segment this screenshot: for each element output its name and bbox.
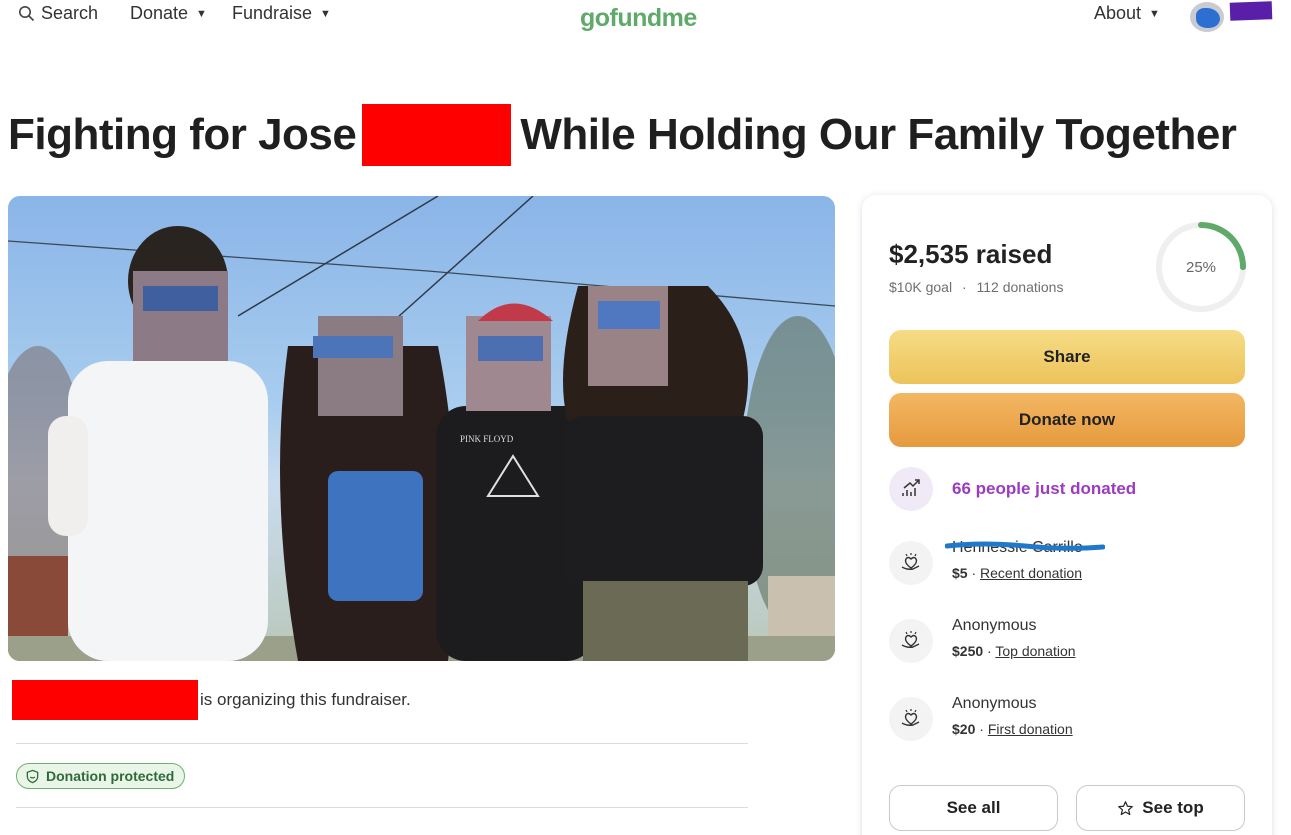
avatar[interactable] <box>1190 2 1224 32</box>
title-part-1: Fighting for Jose <box>8 110 357 159</box>
heart-hand-icon <box>889 619 933 663</box>
see-top-button[interactable]: See top <box>1076 785 1245 831</box>
donation-type-link[interactable]: Top donation <box>995 643 1075 659</box>
see-all-button[interactable]: See all <box>889 785 1058 831</box>
progress-percent: 25% <box>1185 258 1217 276</box>
share-button[interactable]: Share <box>889 330 1245 384</box>
campaign-photo: PINK FLOYD <box>8 196 835 661</box>
see-all-label: See all <box>946 798 1001 817</box>
redacted-organizer-name <box>12 680 198 720</box>
chevron-down-icon: ▼ <box>1149 7 1160 20</box>
amount-raised: $2,535 raised <box>889 239 1053 269</box>
donation-amount: $5 <box>952 565 968 581</box>
trending-up-icon <box>889 467 933 511</box>
redacted-surname <box>362 104 512 166</box>
gofundme-logo[interactable]: gofundme <box>580 4 697 33</box>
donation-protected-label: Donation protected <box>46 768 175 784</box>
donation-meta: $250 · Top donation <box>952 643 1076 659</box>
redacted-username <box>1229 1 1273 21</box>
donor-name: Anonymous <box>952 617 1037 634</box>
divider <box>16 807 748 808</box>
chevron-down-icon: ▼ <box>196 7 207 20</box>
donor-name: Anonymous <box>952 695 1037 712</box>
donation-card: $2,535 raised $10K goal · 112 donations … <box>862 195 1272 835</box>
fundraise-menu-label: Fundraise <box>232 3 313 23</box>
donation-type-link[interactable]: First donation <box>988 721 1073 737</box>
search-link[interactable]: Search <box>18 3 98 24</box>
about-menu[interactable]: About ▼ <box>1094 3 1160 24</box>
donate-menu[interactable]: Donate ▼ <box>130 3 207 24</box>
chevron-down-icon: ▼ <box>320 7 331 20</box>
redaction-scribble <box>945 541 1105 551</box>
donation-protected-badge[interactable]: Donation protected <box>16 763 186 789</box>
organizer-row: is organizing this fundraiser. <box>12 680 411 720</box>
organizer-text: is organizing this fundraiser. <box>200 690 411 709</box>
donation-amount: $20 <box>952 721 976 737</box>
shirt-text: PINK FLOYD <box>460 434 514 444</box>
see-top-label: See top <box>1142 798 1204 817</box>
separator: · <box>961 279 967 295</box>
donation-item: Anonymous $250 · Top donation <box>889 617 1245 667</box>
donation-meta: $5 · Recent donation <box>952 565 1082 581</box>
goal-summary: $10K goal · 112 donations <box>889 279 1063 295</box>
fundraise-menu[interactable]: Fundraise ▼ <box>232 3 331 24</box>
donation-amount: $250 <box>952 643 984 659</box>
title-part-2: While Holding Our Family Together <box>520 110 1237 159</box>
donate-menu-label: Donate <box>130 3 189 23</box>
donation-item: Hennessie Carrillo $5 · Recent donation <box>889 539 1245 589</box>
donation-count: 112 donations <box>976 279 1064 295</box>
goal-amount: $10K goal <box>889 279 953 295</box>
donation-meta: $20 · First donation <box>952 721 1073 737</box>
heart-hand-icon <box>889 541 933 585</box>
shield-icon <box>26 769 39 783</box>
top-navigation: Search Donate ▼ Fundraise ▼ gofundme Abo… <box>0 0 1291 40</box>
search-icon <box>19 6 35 22</box>
heart-hand-icon <box>889 697 933 741</box>
donate-now-button[interactable]: Donate now <box>889 393 1245 447</box>
about-menu-label: About <box>1094 3 1142 23</box>
donation-type-link[interactable]: Recent donation <box>980 565 1082 581</box>
search-label: Search <box>41 3 99 23</box>
divider <box>16 743 748 744</box>
page-title: Fighting for Jose While Holding Our Fami… <box>8 104 1237 166</box>
star-icon <box>1118 800 1134 815</box>
recent-activity: 66 people just donated <box>889 467 1136 511</box>
donation-item: Anonymous $20 · First donation <box>889 695 1245 745</box>
recent-donors-text: 66 people just donated <box>952 479 1137 498</box>
